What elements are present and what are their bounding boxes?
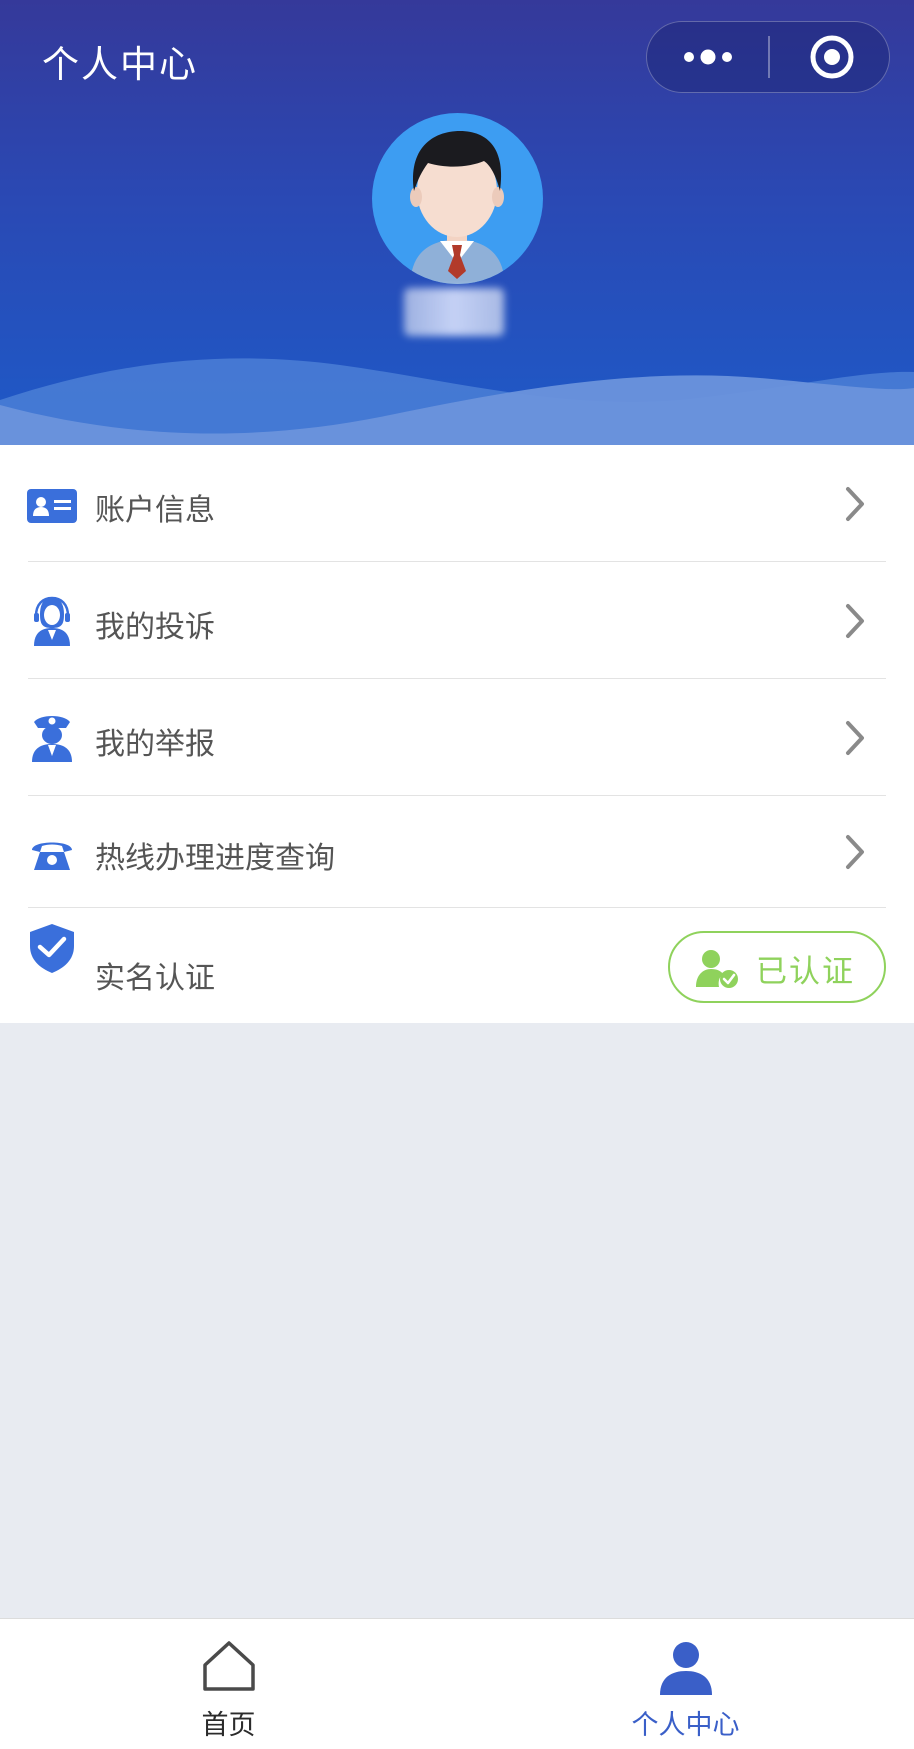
menu-item-hotline-progress[interactable]: 热线办理进度查询	[0, 796, 914, 908]
menu-item-label: 账户信息	[95, 493, 215, 528]
miniprogram-capsule	[646, 21, 890, 93]
male-user-avatar-icon	[410, 131, 505, 284]
menu-item-account-info[interactable]: 账户信息	[0, 445, 914, 562]
user-verified-icon	[696, 950, 738, 988]
customer-service-icon	[34, 596, 70, 646]
more-button[interactable]	[647, 22, 768, 91]
verified-status-label: 已认证	[756, 954, 855, 990]
menu-item-label: 热线办理进度查询	[95, 841, 335, 876]
verified-status-badge: 已认证	[668, 931, 886, 1003]
menu-item-label: 实名认证	[95, 961, 215, 996]
username-redacted	[404, 288, 504, 336]
shield-check-icon	[30, 924, 74, 973]
bottom-tab-bar: 首页 个人中心	[0, 1618, 914, 1749]
tab-profile[interactable]: 个人中心	[457, 1619, 914, 1749]
page-title: 个人中心	[42, 43, 198, 86]
tab-label: 个人中心	[631, 1710, 740, 1741]
id-card-icon	[27, 489, 77, 523]
menu-item-my-complaints[interactable]: 我的投诉	[0, 562, 914, 679]
tab-home[interactable]: 首页	[0, 1619, 457, 1749]
close-button[interactable]	[770, 22, 888, 91]
user-icon	[659, 1642, 712, 1695]
tab-label: 首页	[201, 1710, 256, 1741]
menu-item-label: 我的举报	[95, 727, 215, 762]
chevron-right-icon	[846, 835, 864, 869]
menu-item-my-reports[interactable]: 我的举报	[0, 679, 914, 796]
user-avatar[interactable]	[372, 113, 543, 284]
menu-item-label: 我的投诉	[95, 610, 215, 645]
chevron-right-icon	[846, 487, 864, 521]
header-wave-decoration	[0, 358, 914, 445]
chevron-right-icon	[846, 604, 864, 638]
police-officer-icon	[32, 716, 72, 762]
telephone-icon	[32, 842, 72, 870]
more-dots-icon	[684, 49, 732, 65]
chevron-right-icon	[846, 721, 864, 755]
profile-header: 个人中心	[0, 0, 914, 445]
home-icon	[202, 1641, 255, 1691]
target-circle-icon	[810, 35, 854, 79]
